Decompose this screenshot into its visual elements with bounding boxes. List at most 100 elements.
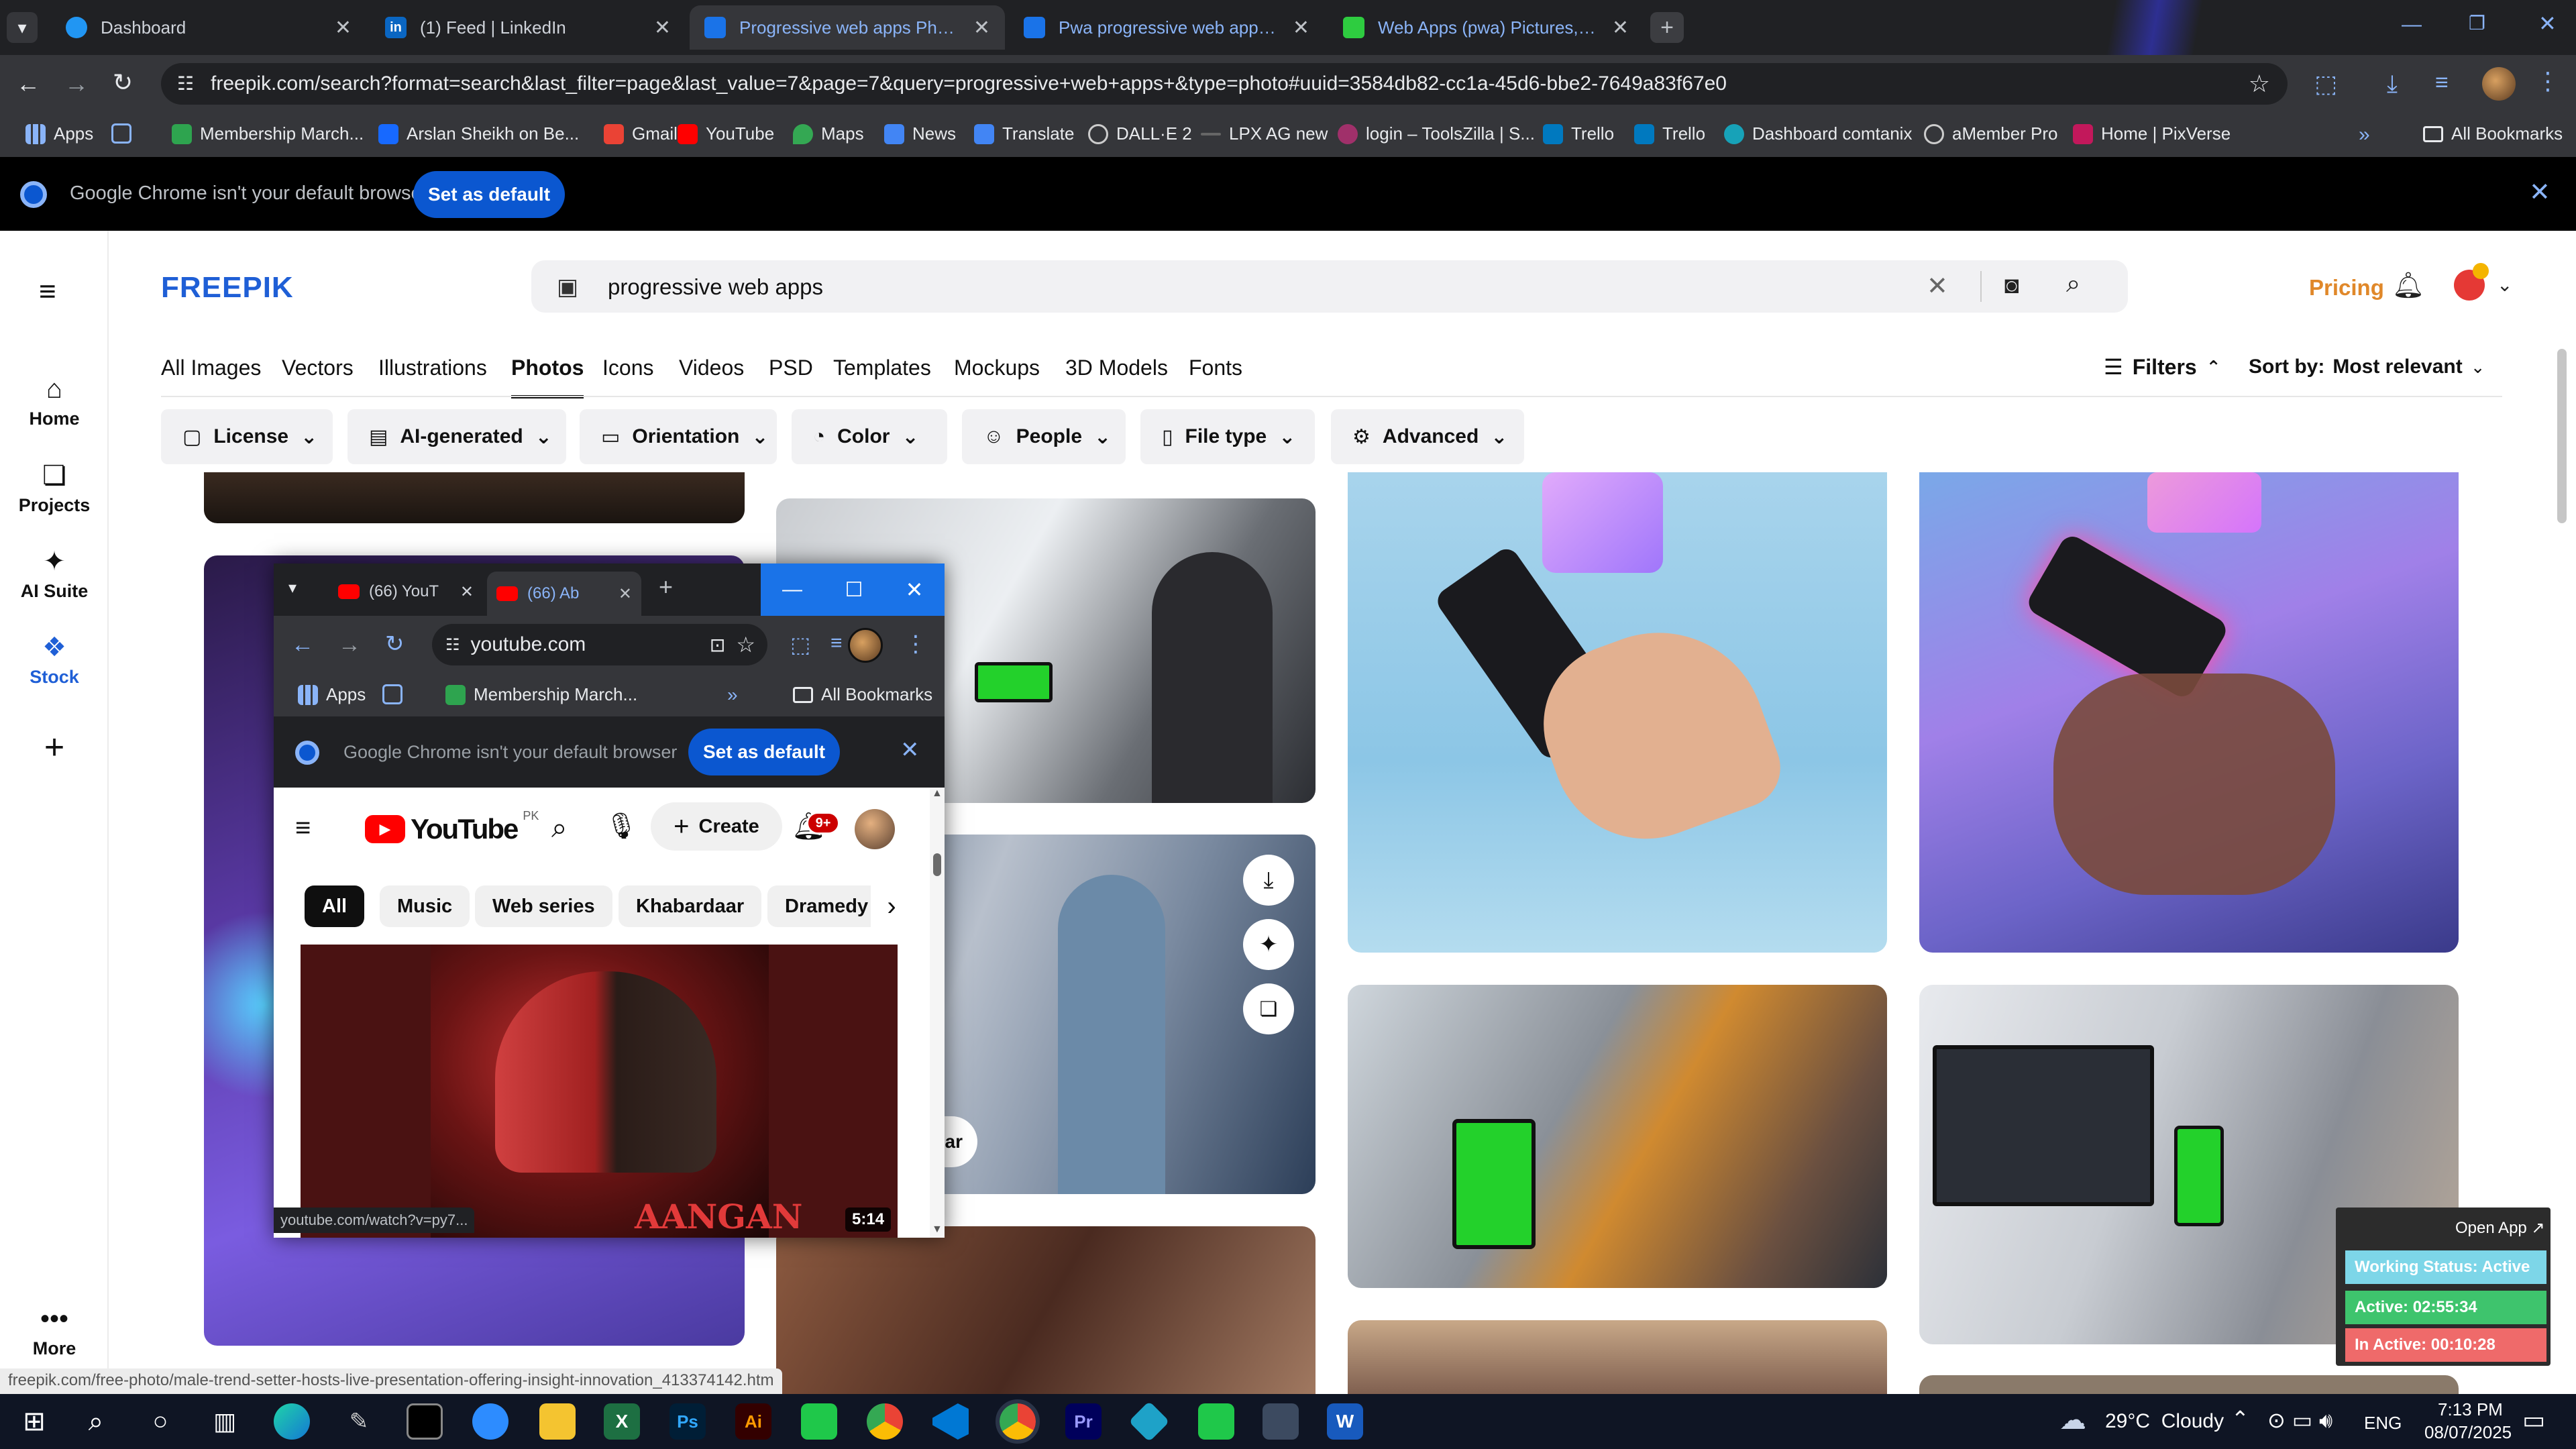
- premiere-icon[interactable]: Pr: [1065, 1403, 1102, 1440]
- clock-time[interactable]: 7:13 PM: [2438, 1399, 2503, 1420]
- yt-user-avatar[interactable]: [855, 809, 895, 849]
- notification-center-icon[interactable]: ▭: [2522, 1406, 2545, 1434]
- green-chat-icon[interactable]: [1198, 1403, 1234, 1440]
- reload-icon[interactable]: ↻: [385, 631, 405, 657]
- bookmark-trello-1[interactable]: Trello: [1543, 123, 1614, 144]
- bookmark-youtube[interactable]: YouTube: [678, 123, 774, 144]
- pricing-link[interactable]: Pricing: [2309, 275, 2384, 301]
- youtube-logo[interactable]: ▶ YouTube PK: [365, 809, 539, 845]
- close-tab-icon[interactable]: ✕: [619, 584, 632, 604]
- close-infobar-icon[interactable]: ✕: [2529, 177, 2551, 207]
- taskbar-search-icon[interactable]: ⌕: [78, 1403, 114, 1440]
- file-explorer-icon[interactable]: [539, 1403, 576, 1440]
- filter-people[interactable]: ☺ People ⌄: [962, 409, 1126, 464]
- camera-search-icon[interactable]: ◙: [2004, 271, 2019, 299]
- sort-dropdown[interactable]: Sort by: Most relevant ⌄: [2249, 356, 2485, 378]
- tab-psd[interactable]: PSD: [769, 356, 813, 380]
- bookmark-apps[interactable]: Apps: [298, 684, 366, 705]
- language-indicator[interactable]: ENG: [2364, 1413, 2402, 1434]
- word-icon[interactable]: W: [1327, 1403, 1363, 1440]
- remote-app-icon[interactable]: [1128, 1401, 1170, 1442]
- reload-icon[interactable]: ↻: [113, 68, 133, 97]
- bookmark-maps[interactable]: Maps: [793, 123, 864, 144]
- green-app-icon[interactable]: [801, 1403, 837, 1440]
- tab-mockups[interactable]: Mockups: [954, 356, 1040, 380]
- close-tab-icon[interactable]: ✕: [335, 16, 352, 40]
- chrome-menu-icon[interactable]: ⋮: [904, 631, 927, 657]
- tab-pwa-smart[interactable]: Pwa progressive web apps sma ✕: [1009, 5, 1324, 50]
- pen-tool-icon[interactable]: ✎: [341, 1403, 377, 1440]
- bookmark-behance[interactable]: Arslan Sheikh on Be...: [378, 123, 579, 144]
- rail-ai-suite[interactable]: ✦ AI Suite: [0, 546, 109, 602]
- search-bar[interactable]: ▣ progressive web apps ✕ ◙ ⌕: [531, 260, 2128, 313]
- rail-stock[interactable]: ❖ Stock: [0, 632, 109, 688]
- tab-search-button[interactable]: ▾: [7, 12, 38, 43]
- yt-hamburger-icon[interactable]: ≡: [295, 813, 311, 843]
- yt-search-icon[interactable]: ⌕: [551, 812, 568, 845]
- calculator-icon[interactable]: [1263, 1403, 1299, 1440]
- photo-card-col4-bottom[interactable]: [1919, 1375, 2459, 1394]
- chrome-menu-icon[interactable]: ⋮: [2536, 67, 2560, 95]
- all-bookmarks[interactable]: All Bookmarks: [793, 684, 932, 705]
- yt-tab-1[interactable]: (66) YouT ✕: [329, 572, 483, 612]
- photo-card-col1-top[interactable]: [204, 472, 745, 523]
- filter-orientation[interactable]: ▭ Orientation ⌄: [580, 409, 777, 464]
- zoom-icon[interactable]: [472, 1403, 508, 1440]
- image-search-mode-icon[interactable]: ▣: [557, 274, 578, 301]
- tab-freepik-photos[interactable]: Progressive web apps Photos | Fr ✕: [690, 5, 1005, 50]
- photo-card-col3-bottom[interactable]: [1348, 1320, 1887, 1394]
- task-view-icon[interactable]: ▥: [207, 1403, 243, 1440]
- filter-advanced[interactable]: ⚙ Advanced ⌄: [1331, 409, 1524, 464]
- bookmark-amember[interactable]: aMember Pro: [1924, 123, 2058, 144]
- close-tab-icon[interactable]: ✕: [460, 582, 474, 602]
- open-app-link[interactable]: Open App ↗: [2455, 1218, 2545, 1238]
- bookmark-tab-groups[interactable]: [111, 123, 131, 144]
- bookmark-news[interactable]: News: [884, 123, 956, 144]
- tab-3d-models[interactable]: 3D Models: [1065, 356, 1168, 380]
- yt-chip-khabardaar[interactable]: Khabardaar: [619, 885, 762, 927]
- yt-address-bar[interactable]: ☷ youtube.com ⊡ ☆: [432, 624, 767, 665]
- profile-avatar[interactable]: [848, 628, 883, 663]
- extensions-icon[interactable]: ⬚: [2314, 70, 2337, 98]
- scroll-up-icon[interactable]: ▲: [932, 788, 943, 800]
- tab-videos[interactable]: Videos: [679, 356, 744, 380]
- yt-chip-music[interactable]: Music: [380, 885, 470, 927]
- show-hidden-icons[interactable]: ⌃: [2231, 1406, 2249, 1432]
- hamburger-menu-icon[interactable]: ≡: [39, 275, 56, 309]
- bookmark-gmail[interactable]: Gmail: [604, 123, 678, 144]
- tab-linkedin[interactable]: in (1) Feed | LinkedIn ✕: [370, 5, 686, 50]
- tab-illustrations[interactable]: Illustrations: [378, 356, 487, 380]
- forward-icon[interactable]: →: [338, 632, 361, 658]
- download-icon[interactable]: ⤓: [1243, 855, 1294, 906]
- cortana-icon[interactable]: ○: [142, 1403, 178, 1440]
- set-as-default-button[interactable]: Set as default: [688, 729, 840, 775]
- bookmark-membership[interactable]: Membership March...: [445, 684, 637, 705]
- rail-home[interactable]: ⌂ Home: [0, 374, 109, 429]
- close-tab-icon[interactable]: ✕: [973, 16, 990, 40]
- ai-edit-icon[interactable]: ✦: [1243, 919, 1294, 970]
- forward-icon[interactable]: →: [64, 70, 89, 98]
- page-scrollbar[interactable]: [2557, 349, 2567, 523]
- notifications-bell-icon[interactable]: 🔔︎: [2392, 271, 2424, 301]
- back-icon[interactable]: ←: [16, 70, 40, 98]
- downloads-icon[interactable]: ⤓: [2387, 70, 2398, 99]
- close-window-icon[interactable]: ✕: [2538, 11, 2557, 36]
- bookmark-star-icon[interactable]: ☆: [2249, 70, 2270, 98]
- set-as-default-button[interactable]: Set as default: [413, 171, 565, 218]
- terminal-icon[interactable]: [407, 1403, 443, 1440]
- bookmarks-overflow-icon[interactable]: »: [2359, 123, 2370, 146]
- bookmark-apps[interactable]: Apps: [25, 123, 93, 144]
- photo-card-hand-phone-blue[interactable]: [1348, 472, 1887, 953]
- bookmark-toolszilla[interactable]: login – ToolsZilla | S...: [1338, 123, 1535, 144]
- tab-fonts[interactable]: Fonts: [1189, 356, 1242, 380]
- profile-avatar[interactable]: [2482, 67, 2516, 101]
- yt-chips-next-icon[interactable]: ›: [871, 885, 912, 927]
- bookmark-translate[interactable]: Translate: [974, 123, 1074, 144]
- close-tab-icon[interactable]: ✕: [654, 16, 671, 40]
- photo-card-team-meeting[interactable]: [1348, 985, 1887, 1288]
- photo-card-office-women[interactable]: [776, 1226, 1316, 1394]
- vscode-icon[interactable]: [932, 1403, 969, 1440]
- bookmark-lpx[interactable]: LPX AG new: [1201, 123, 1328, 144]
- tab-all-images[interactable]: All Images: [161, 356, 261, 380]
- yt-scrollbar-thumb[interactable]: [933, 853, 941, 876]
